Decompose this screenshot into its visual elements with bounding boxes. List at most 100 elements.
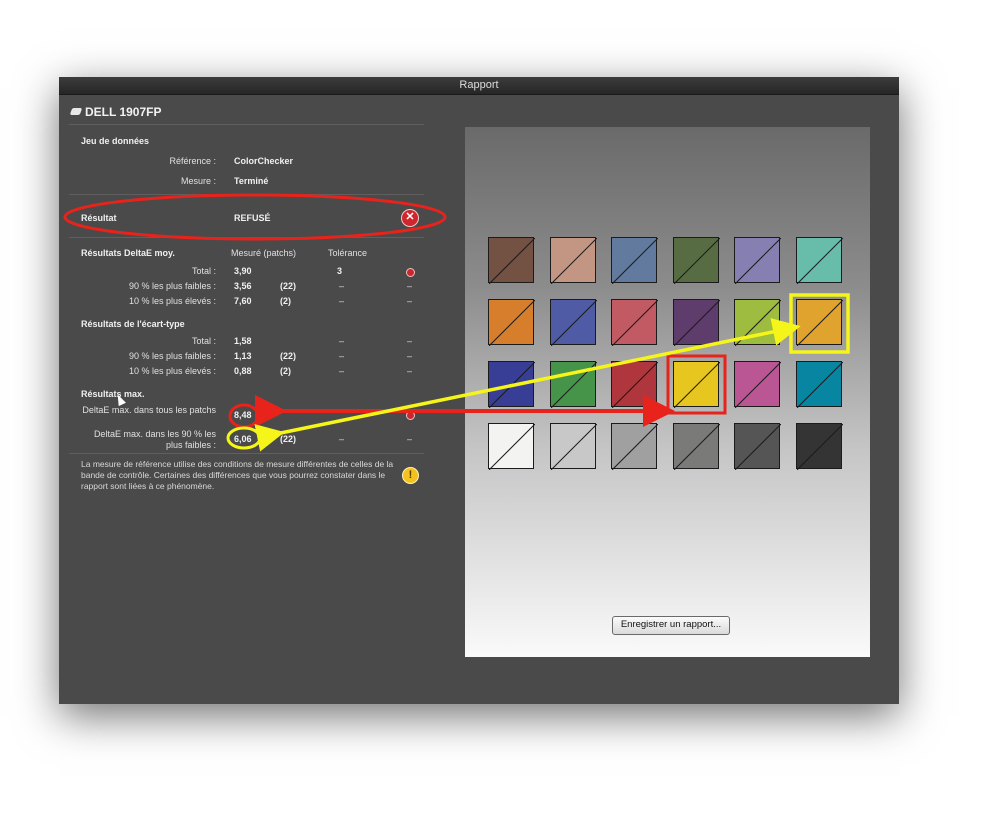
warning-icon: ! bbox=[402, 467, 419, 484]
result-value: REFUSÉ bbox=[234, 213, 271, 223]
table-row-tolerance: – bbox=[339, 336, 345, 346]
table-row-label: Total : bbox=[191, 266, 216, 276]
col-tolerance-header: Tolérance bbox=[328, 248, 368, 258]
patch-diagonal bbox=[612, 362, 658, 408]
table-row-status: – bbox=[407, 296, 413, 306]
patch-diagonal bbox=[735, 238, 781, 284]
patch-diagonal bbox=[550, 424, 597, 470]
patch-diagonal bbox=[550, 362, 597, 408]
display-icon bbox=[69, 108, 83, 115]
report-window: Rapport DELL 1907FP Jeu de données Référ… bbox=[59, 77, 899, 704]
device-name: DELL 1907FP bbox=[69, 105, 162, 119]
col-measured-header: Mesuré (patchs) bbox=[231, 248, 297, 258]
window-title: Rapport bbox=[59, 77, 899, 95]
color-patch bbox=[488, 237, 535, 284]
divider bbox=[69, 237, 424, 238]
color-patch bbox=[611, 237, 658, 284]
table-row-tolerance: – bbox=[339, 351, 345, 361]
table-row-label: 10 % les plus élevés : bbox=[128, 366, 216, 376]
color-patch bbox=[734, 423, 781, 470]
table-row-status: – bbox=[407, 336, 413, 346]
table-row-value: 3,90 bbox=[234, 266, 252, 276]
patch-diagonal bbox=[673, 362, 720, 408]
color-patch bbox=[611, 361, 658, 408]
color-patch bbox=[795, 423, 843, 470]
color-patch bbox=[549, 423, 597, 470]
patch-diagonal bbox=[796, 238, 843, 284]
patch-diagonal bbox=[673, 300, 720, 346]
patch-diagonal bbox=[550, 238, 597, 284]
patch-diagonal bbox=[550, 300, 597, 346]
color-patch bbox=[488, 423, 535, 470]
color-patch bbox=[611, 299, 658, 346]
table-row-tolerance: – bbox=[339, 296, 345, 306]
table-row-status: – bbox=[407, 366, 413, 376]
result-label: Résultat bbox=[81, 213, 117, 223]
table-row-status: – bbox=[407, 281, 413, 291]
patch-diagonal bbox=[735, 300, 781, 346]
max-row2-patches: (22) bbox=[280, 434, 297, 444]
patch-diagonal bbox=[489, 300, 535, 346]
fail-icon bbox=[406, 268, 415, 277]
max-row2-value: 6,06 bbox=[234, 434, 252, 444]
table-row-value: 0,88 bbox=[234, 366, 252, 376]
patch-diagonal bbox=[489, 238, 535, 284]
color-patch bbox=[672, 361, 720, 408]
max-row1-value: 8,48 bbox=[234, 410, 252, 420]
table-row-value: 1,58 bbox=[234, 336, 252, 346]
table-row-value: 7,60 bbox=[234, 296, 252, 306]
divider bbox=[69, 124, 424, 125]
reference-note: La mesure de référence utilise des condi… bbox=[81, 459, 394, 491]
patch-diagonal bbox=[673, 238, 720, 284]
save-report-button[interactable]: Enregistrer un rapport... bbox=[612, 616, 730, 635]
patch-diagonal bbox=[489, 362, 535, 408]
color-patch bbox=[611, 423, 658, 470]
max-row2-label-line2: plus faibles : bbox=[165, 440, 216, 450]
color-patch bbox=[795, 299, 843, 346]
max-row2-status: – bbox=[407, 434, 413, 444]
table-row-tolerance: – bbox=[339, 366, 345, 376]
deltae-heading: Résultats DeltaE moy. bbox=[81, 248, 175, 258]
color-patch bbox=[672, 423, 720, 470]
table-row-label: 90 % les plus faibles : bbox=[128, 351, 216, 361]
color-patch bbox=[488, 361, 535, 408]
max-row1-label: DeltaE max. dans tous les patchs bbox=[82, 405, 216, 415]
device-name-text: DELL 1907FP bbox=[85, 105, 162, 119]
table-row-value: 1,13 bbox=[234, 351, 252, 361]
table-row-tolerance: – bbox=[339, 281, 345, 291]
stddev-heading: Résultats de l'écart-type bbox=[81, 319, 185, 329]
max-row2-tolerance: – bbox=[339, 434, 345, 444]
table-row-patches: (2) bbox=[280, 366, 291, 376]
color-patch bbox=[734, 237, 781, 284]
table-row-label: 90 % les plus faibles : bbox=[128, 281, 216, 291]
patch-diagonal bbox=[612, 238, 658, 284]
table-row-patches: (22) bbox=[280, 351, 297, 361]
color-patch bbox=[549, 237, 597, 284]
table-row-value: 3,56 bbox=[234, 281, 252, 291]
table-row-patches: (2) bbox=[280, 296, 291, 306]
dataset-heading: Jeu de données bbox=[81, 136, 150, 146]
measure-value: Terminé bbox=[234, 176, 269, 186]
fail-icon: ✕ bbox=[401, 209, 419, 227]
color-patch bbox=[488, 299, 535, 346]
reference-label: Référence : bbox=[169, 156, 216, 166]
color-patch bbox=[795, 237, 843, 284]
max-row2-label-line1: DeltaE max. dans les 90 % les bbox=[93, 429, 216, 439]
max-heading: Résultats max. bbox=[81, 389, 145, 399]
colorchecker-panel: Enregistrer un rapport... bbox=[465, 127, 870, 657]
patch-diagonal bbox=[673, 424, 720, 470]
reference-value: ColorChecker bbox=[234, 156, 294, 166]
patch-diagonal bbox=[796, 362, 843, 408]
color-patch bbox=[672, 237, 720, 284]
patch-diagonal bbox=[735, 424, 781, 470]
table-row-patches: (22) bbox=[280, 281, 297, 291]
divider bbox=[69, 453, 424, 454]
color-patch bbox=[734, 361, 781, 408]
table-row-label: Total : bbox=[191, 336, 216, 346]
patch-diagonal bbox=[796, 300, 843, 346]
patch-diagonal bbox=[489, 424, 535, 470]
patch-diagonal bbox=[612, 424, 658, 470]
table-row-status: – bbox=[407, 351, 413, 361]
patch-diagonal bbox=[612, 300, 658, 346]
color-patch bbox=[549, 299, 597, 346]
